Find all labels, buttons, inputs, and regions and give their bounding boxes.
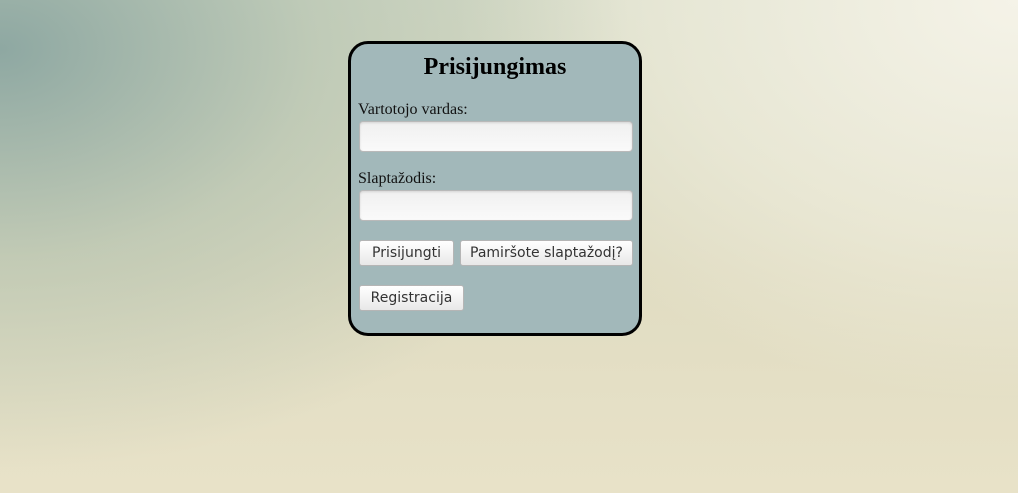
password-label: Slaptažodis: bbox=[358, 170, 437, 187]
forgot-password-button[interactable]: Pamiršote slaptažodį? bbox=[460, 240, 633, 266]
username-label: Vartotojo vardas: bbox=[358, 101, 468, 118]
login-button[interactable]: Prisijungti bbox=[359, 240, 454, 266]
page-title: Prisijungimas bbox=[423, 54, 567, 80]
username-input[interactable] bbox=[359, 121, 633, 152]
password-input[interactable] bbox=[359, 190, 633, 221]
login-panel: Prisijungimas Vartotojo vardas: Slaptažo… bbox=[348, 41, 642, 336]
register-button[interactable]: Registracija bbox=[359, 285, 464, 311]
